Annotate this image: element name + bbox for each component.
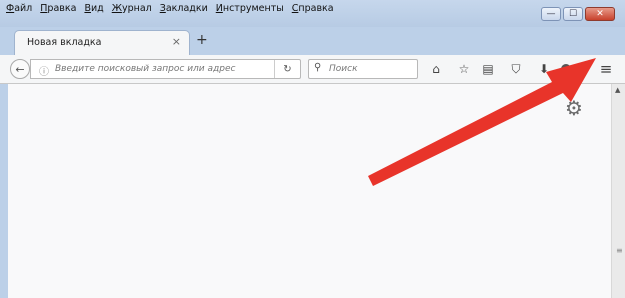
url-input[interactable] <box>55 62 255 76</box>
page-content <box>8 84 611 298</box>
close-icon: ✕ <box>596 9 604 19</box>
minimize-button[interactable]: — <box>541 7 561 21</box>
search-icon: ⚲ <box>314 62 322 73</box>
star-icon[interactable]: ☆ <box>456 61 472 77</box>
search-input[interactable] <box>329 62 413 76</box>
new-tab-button[interactable]: + <box>196 32 208 48</box>
menu-bar: Файл Правка Вид Журнал Закладки Инструме… <box>6 3 334 14</box>
close-window-button[interactable]: ✕ <box>585 7 615 21</box>
back-arrow-icon: ← <box>15 62 25 76</box>
social-glyph <box>561 64 571 74</box>
title-bar: Файл Правка Вид Журнал Закладки Инструме… <box>0 0 625 27</box>
menu-item-history[interactable]: Журнал <box>112 3 152 14</box>
scroll-grip-icon: ≡ <box>616 246 623 255</box>
pocket-icon[interactable]: ⛉ <box>508 61 524 77</box>
reload-icon[interactable]: ↻ <box>274 60 300 78</box>
tab-new-tab[interactable]: Новая вкладка × <box>14 30 190 55</box>
download-icon[interactable]: ⬇ <box>536 61 552 77</box>
tab-strip: Новая вкладка × + <box>0 27 625 55</box>
menu-item-bookmarks[interactable]: Закладки <box>160 3 208 14</box>
social-icon[interactable] <box>558 61 574 77</box>
hamburger-menu-icon[interactable]: ≡ <box>598 60 614 78</box>
tab-title: Новая вкладка <box>27 37 102 48</box>
menu-item-view[interactable]: Вид <box>84 3 103 14</box>
menu-item-file[interactable]: Файл <box>6 3 32 14</box>
scroll-up-icon[interactable]: ▲ <box>615 86 620 94</box>
url-bar[interactable]: ⓘ ↻ <box>30 59 301 79</box>
menu-item-tools[interactable]: Инструменты <box>216 3 284 14</box>
info-icon[interactable]: ⓘ <box>39 63 49 78</box>
tab-close-icon[interactable]: × <box>172 35 181 48</box>
search-bar[interactable]: ⚲ <box>308 59 418 79</box>
maximize-icon: ☐ <box>568 9 578 19</box>
navigation-toolbar: ⓘ ↻ ← ⚲ ⌂ ☆ ▤ ⛉ ⬇ ≡ <box>0 55 625 84</box>
menu-item-edit[interactable]: Правка <box>40 3 76 14</box>
window-frame-left <box>0 84 8 298</box>
window-controls: — ☐ ✕ <box>541 7 615 21</box>
reading-list-icon[interactable]: ▤ <box>480 61 496 77</box>
maximize-button[interactable]: ☐ <box>563 7 583 21</box>
back-button[interactable]: ← <box>10 59 30 79</box>
home-icon[interactable]: ⌂ <box>428 61 444 77</box>
minimize-icon: — <box>546 9 556 19</box>
vertical-scrollbar[interactable]: ▲ ≡ <box>611 84 625 298</box>
gear-icon[interactable]: ⚙ <box>565 96 583 120</box>
menu-item-help[interactable]: Справка <box>292 3 334 14</box>
